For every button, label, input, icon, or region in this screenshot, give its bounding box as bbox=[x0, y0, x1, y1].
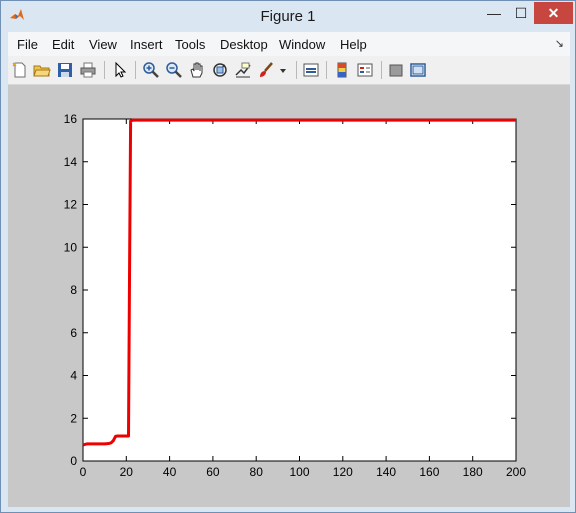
close-button[interactable]: ✕ bbox=[534, 2, 573, 24]
x-tick-label: 100 bbox=[289, 465, 309, 479]
x-tick-label: 0 bbox=[80, 465, 87, 479]
menu-edit[interactable]: Edit bbox=[52, 37, 74, 52]
brush-dropdown-icon[interactable] bbox=[278, 61, 288, 79]
toolbar-separator bbox=[135, 61, 136, 79]
x-tick-label: 80 bbox=[250, 465, 264, 479]
menu-file[interactable]: File bbox=[17, 37, 38, 52]
rotate-3d-icon[interactable] bbox=[211, 61, 229, 79]
print-icon[interactable] bbox=[79, 61, 97, 79]
menu-bar: File Edit View Insert Tools Desktop Wind… bbox=[8, 32, 570, 57]
plot-area bbox=[82, 118, 517, 462]
legend-icon[interactable] bbox=[356, 61, 374, 79]
y-tick-label: 2 bbox=[70, 411, 77, 425]
menu-help[interactable]: Help bbox=[340, 37, 367, 52]
toolbar-separator bbox=[326, 61, 327, 79]
dock-arrow-icon[interactable]: ↘ bbox=[555, 37, 564, 50]
y-tick-label: 4 bbox=[70, 369, 77, 383]
x-tick-label: 140 bbox=[376, 465, 396, 479]
zoom-in-icon[interactable] bbox=[142, 61, 160, 79]
menu-desktop[interactable]: Desktop bbox=[220, 37, 268, 52]
x-tick-label: 60 bbox=[206, 465, 220, 479]
x-tick-label: 120 bbox=[333, 465, 353, 479]
y-tick-label: 8 bbox=[70, 283, 77, 297]
maximize-button[interactable]: ☐ bbox=[508, 2, 534, 24]
zoom-out-icon[interactable] bbox=[165, 61, 183, 79]
data-cursor-icon[interactable] bbox=[234, 61, 252, 79]
colorbar-icon[interactable] bbox=[333, 61, 351, 79]
pan-icon[interactable] bbox=[188, 61, 206, 79]
hide-plot-tools-icon[interactable] bbox=[387, 61, 405, 79]
toolbar-separator bbox=[381, 61, 382, 79]
figure-toolbar bbox=[8, 56, 570, 85]
axes[interactable]: 0 20 40 60 80 100 120 140 160 180 200 0 2 4 6 8 10 12 14 16 bbox=[8, 85, 570, 507]
brush-icon[interactable] bbox=[257, 61, 275, 79]
save-icon[interactable] bbox=[56, 61, 74, 79]
toolbar-separator bbox=[296, 61, 297, 79]
figure-canvas: 0 20 40 60 80 100 120 140 160 180 200 0 2 4 6 8 10 12 14 16 bbox=[8, 85, 570, 507]
minimize-button[interactable]: — bbox=[480, 2, 508, 24]
x-tick-label: 200 bbox=[506, 465, 526, 479]
y-tick-label: 12 bbox=[64, 198, 78, 212]
y-tick-label: 16 bbox=[64, 112, 78, 126]
menu-insert[interactable]: Insert bbox=[130, 37, 163, 52]
title-bar[interactable]: Figure 1 — ☐ ✕ bbox=[1, 1, 575, 32]
menu-tools[interactable]: Tools bbox=[175, 37, 205, 52]
client-area: File Edit View Insert Tools Desktop Wind… bbox=[8, 32, 570, 507]
y-tick-label: 0 bbox=[70, 454, 77, 468]
x-tick-label: 180 bbox=[463, 465, 483, 479]
menu-window[interactable]: Window bbox=[279, 37, 325, 52]
show-plot-tools-icon[interactable] bbox=[409, 61, 427, 79]
pointer-icon[interactable] bbox=[111, 61, 129, 79]
new-figure-icon[interactable] bbox=[11, 61, 29, 79]
x-tick-label: 20 bbox=[120, 465, 134, 479]
menu-view[interactable]: View bbox=[89, 37, 117, 52]
toolbar-separator bbox=[104, 61, 105, 79]
y-tick-label: 10 bbox=[64, 240, 78, 254]
y-tick-label: 14 bbox=[64, 155, 78, 169]
x-tick-label: 40 bbox=[163, 465, 177, 479]
x-tick-label: 160 bbox=[419, 465, 439, 479]
link-plot-icon[interactable] bbox=[302, 61, 320, 79]
figure-window: Figure 1 — ☐ ✕ File Edit View Insert Too… bbox=[0, 0, 576, 513]
y-tick-label: 6 bbox=[70, 326, 77, 340]
open-file-icon[interactable] bbox=[33, 61, 51, 79]
